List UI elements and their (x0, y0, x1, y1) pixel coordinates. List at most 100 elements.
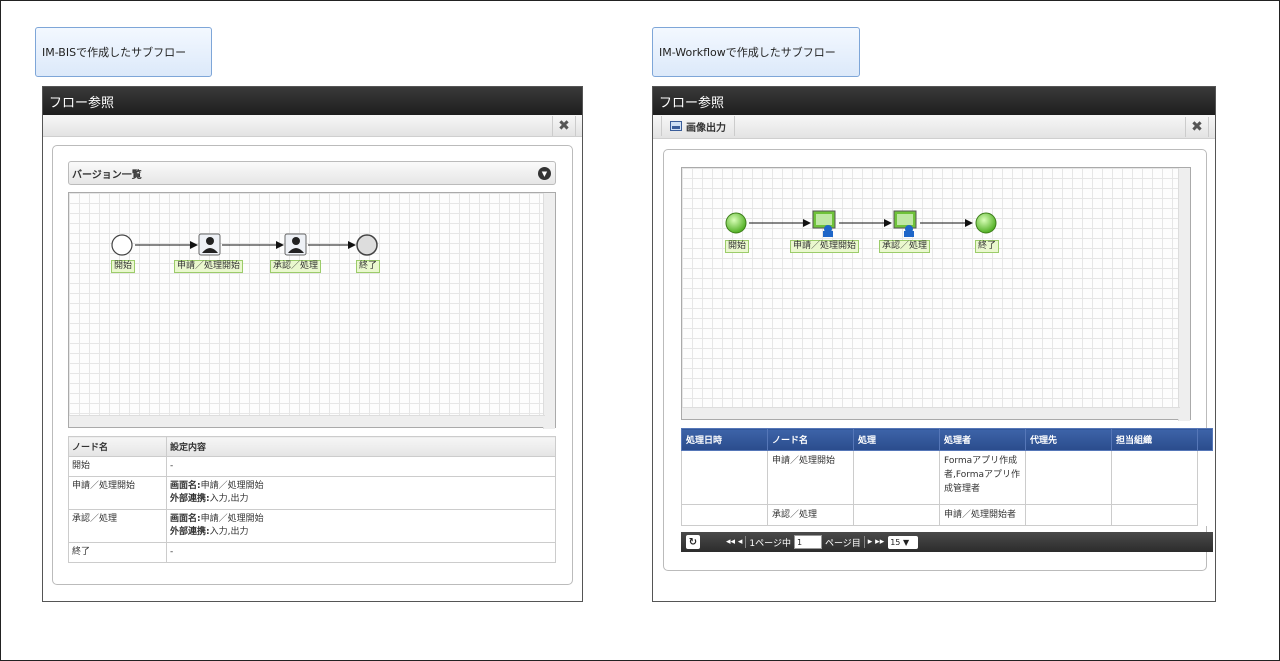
cell-settings: - (166, 542, 556, 563)
right-canvas-hscroll[interactable] (682, 407, 1180, 419)
toggle-glyph: ▼ (541, 169, 548, 178)
node-label-approve: 承認／処理 (879, 240, 931, 253)
right-window-title: フロー参照 (659, 95, 725, 111)
start-node-icon[interactable] (725, 212, 747, 234)
left-flow-canvas[interactable]: 開始 申請／処理開始 承認／処理 終了 (68, 192, 556, 429)
cell-settings: - (166, 456, 556, 477)
settings-value: 入力,出力 (209, 527, 249, 537)
settings-value: - (170, 461, 174, 471)
col-header-filler (1197, 428, 1213, 451)
monitor-user-icon[interactable] (893, 210, 917, 237)
left-toolbar: ✖ (43, 115, 582, 137)
cell-processor: 申請／処理開始者 (939, 504, 1026, 526)
table-header-row: ノード名 設定内容 (68, 436, 556, 457)
node-label-approve: 承認／処理 (270, 260, 322, 273)
left-flow-window: フロー参照 ✖ バージョン一覧 ▼ 開始 申請／処理開始 承認／処理 終了 ノー… (42, 86, 583, 602)
cell-node: 申請／処理開始 (767, 450, 854, 505)
per-page-select[interactable]: 15 ▼ (888, 535, 919, 549)
left-window-title: フロー参照 (49, 95, 115, 111)
user-task-icon[interactable] (284, 233, 307, 256)
col-header-proxy[interactable]: 代理先 (1025, 428, 1112, 451)
settings-value: 申請／処理開始 (200, 481, 264, 491)
col-header-date[interactable]: 処理日時 (681, 428, 768, 451)
pager-separator (745, 536, 747, 548)
version-list-label: バージョン一覧 (72, 169, 142, 181)
col-header-node: ノード名 (68, 436, 167, 457)
cell-filler (1197, 450, 1213, 505)
settings-key: 画面名: (170, 481, 201, 491)
right-flow-diagram (725, 210, 997, 237)
start-node-icon[interactable] (111, 234, 133, 256)
col-header-node[interactable]: ノード名 (767, 428, 854, 451)
page-suffix: ページ目 (824, 538, 861, 549)
right-close-button[interactable]: ✖ (1185, 117, 1209, 137)
table-row: 承認／処理 申請／処理開始者 (681, 504, 1213, 526)
chevron-down-icon[interactable]: ▼ (538, 167, 551, 180)
table-row: 申請／処理開始 画面名:申請／処理開始 外部連携:入力,出力 (68, 476, 556, 510)
close-icon: ✖ (1191, 119, 1203, 135)
cell-org (1111, 450, 1198, 505)
col-header-settings: 設定内容 (166, 436, 556, 457)
end-node-icon[interactable] (356, 234, 378, 256)
col-header-org[interactable]: 担当組織 (1111, 428, 1198, 451)
close-icon: ✖ (558, 118, 570, 134)
left-window-titlebar: フロー参照 (43, 87, 582, 115)
left-canvas-hscroll[interactable] (69, 415, 545, 427)
right-toolbar: 画像出力 ✖ (653, 115, 1215, 139)
table-row: 申請／処理開始 Formaアプリ作成者,Formaアプリ作成管理者 (681, 450, 1213, 505)
cell-org (1111, 504, 1198, 526)
image-output-label: 画像出力 (686, 122, 726, 134)
left-content-panel: バージョン一覧 ▼ 開始 申請／処理開始 承認／処理 終了 ノード名 設定内容 … (52, 145, 573, 585)
table-pager: ↻ ◂◂ ◂ 1ページ中 1 ページ目 ▸ ▸▸ 15 ▼ (681, 532, 1213, 552)
monitor-user-icon[interactable] (812, 210, 836, 237)
cell-proxy (1025, 450, 1112, 505)
col-header-process[interactable]: 処理 (853, 428, 940, 451)
right-window-titlebar: フロー参照 (653, 87, 1215, 115)
settings-value: - (170, 547, 174, 557)
settings-value: 入力,出力 (209, 494, 249, 504)
cell-proxy (1025, 504, 1112, 526)
user-task-icon[interactable] (198, 233, 221, 256)
refresh-icon[interactable]: ↻ (686, 535, 700, 549)
end-node-icon[interactable] (975, 212, 997, 234)
cell-settings: 画面名:申請／処理開始 外部連携:入力,出力 (166, 476, 556, 510)
image-output-button[interactable]: 画像出力 (661, 116, 735, 136)
table-row: 終了 - (68, 542, 556, 563)
right-flow-canvas[interactable]: 開始 申請／処理開始 承認／処理 終了 (681, 167, 1191, 421)
cell-node: 開始 (68, 456, 167, 477)
page-prefix: 1ページ中 (749, 538, 791, 549)
node-label-start: 開始 (725, 240, 750, 253)
node-label-start: 開始 (111, 260, 136, 273)
cell-node: 終了 (68, 542, 167, 563)
page-number-input[interactable]: 1 (793, 535, 822, 549)
left-close-button[interactable]: ✖ (552, 116, 576, 136)
pager-separator (863, 536, 865, 548)
right-content-panel: 開始 申請／処理開始 承認／処理 終了 処理日時 ノード名 処理 処理者 代理先… (663, 149, 1213, 571)
settings-key: 外部連携: (170, 527, 210, 537)
cell-node: 申請／処理開始 (68, 476, 167, 510)
table-row: 開始 - (68, 456, 556, 477)
settings-value: 申請／処理開始 (200, 514, 264, 524)
cell-node: 承認／処理 (767, 504, 854, 526)
version-list-bar[interactable]: バージョン一覧 ▼ (68, 161, 556, 185)
left-flow-diagram (111, 233, 378, 256)
node-label-end: 終了 (356, 260, 381, 273)
right-caption-text: IM-Workflowで作成したサブフロー (659, 46, 836, 59)
left-node-settings-table: ノード名 設定内容 開始 - 申請／処理開始 画面名:申請／処理開始 外部連携:… (68, 436, 556, 563)
right-history-table: 処理日時 ノード名 処理 処理者 代理先 担当組織 申請／処理開始 Formaア… (681, 428, 1213, 526)
cell-filler (1197, 504, 1213, 526)
table-row: 承認／処理 画面名:申請／処理開始 外部連携:入力,出力 (68, 509, 556, 543)
first-prev-page-icon[interactable]: ◂◂ ◂ (726, 537, 742, 547)
image-icon (670, 121, 682, 131)
col-header-processor[interactable]: 処理者 (939, 428, 1026, 451)
next-last-page-icon[interactable]: ▸ ▸▸ (868, 537, 884, 547)
table-header-row: 処理日時 ノード名 処理 処理者 代理先 担当組織 (681, 428, 1213, 451)
cell-date (681, 450, 768, 505)
node-label-apply: 申請／処理開始 (790, 240, 860, 253)
cell-node: 承認／処理 (68, 509, 167, 543)
settings-key: 外部連携: (170, 494, 210, 504)
settings-key: 画面名: (170, 514, 201, 524)
node-label-apply: 申請／処理開始 (174, 260, 244, 273)
cell-process (853, 450, 940, 505)
cell-date (681, 504, 768, 526)
